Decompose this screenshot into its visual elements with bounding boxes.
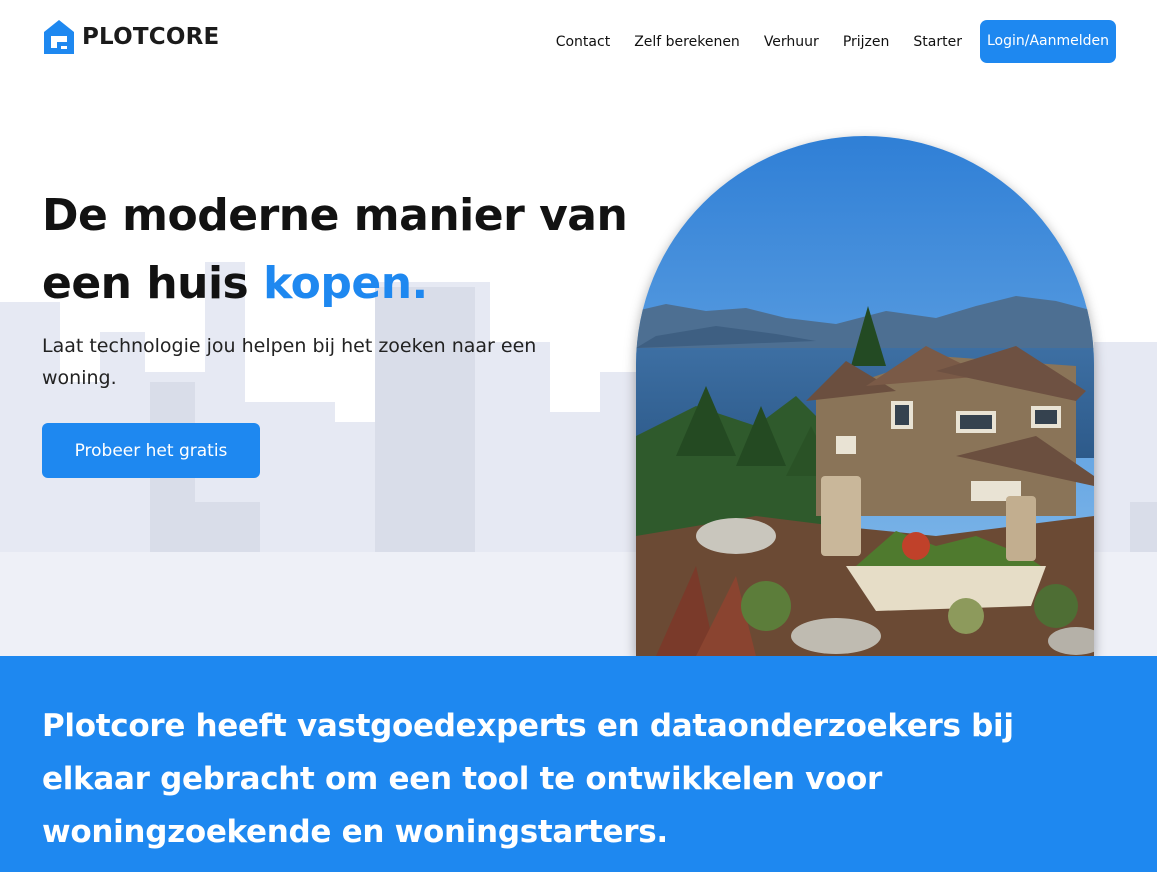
logo[interactable]: PLOTCORE [42,18,219,56]
nav-item-prijzen[interactable]: Prijzen [843,34,890,50]
hero-title-accent: kopen. [263,258,428,309]
nav-item-verhuur[interactable]: Verhuur [764,34,819,50]
hero-subtitle: Laat technologie jou helpen bij het zoek… [42,335,537,389]
hero-title: De moderne manier van een huis kopen. [42,182,642,318]
main-nav: Contact Zelf berekenen Verhuur Prijzen S… [556,20,1116,63]
login-button[interactable]: Login/Aanmelden [979,20,1116,63]
site-header: PLOTCORE Contact Zelf berekenen Verhuur … [0,0,1157,82]
house-by-lake-photo [636,136,1094,656]
hero-photo [636,136,1094,656]
nav-item-contact[interactable]: Contact [556,34,610,50]
try-free-button[interactable]: Probeer het gratis [42,423,260,478]
brand-name: PLOTCORE [82,24,220,50]
mission-text: Plotcore heeft vastgoedexperts en dataon… [42,708,1014,850]
house-logo-icon [44,20,74,54]
nav-item-zelf-berekenen[interactable]: Zelf berekenen [634,34,740,50]
mission-banner: Plotcore heeft vastgoedexperts en dataon… [0,656,1157,872]
hero-section: De moderne manier van een huis kopen. La… [0,82,1157,656]
nav-item-starter[interactable]: Starter [913,34,962,50]
